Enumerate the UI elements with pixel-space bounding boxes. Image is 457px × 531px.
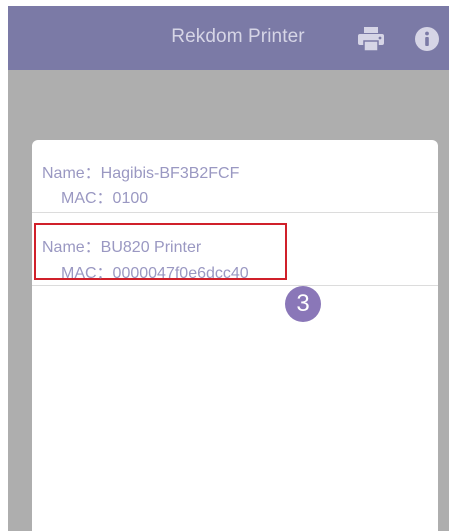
printer-icon[interactable] bbox=[356, 26, 386, 52]
device-name: Name：Hagibis-BF3B2FCF bbox=[42, 165, 240, 182]
step-number-badge: 3 bbox=[285, 286, 321, 322]
device-name: Name：BU820 Printer bbox=[42, 239, 202, 256]
device-list-dialog: Name：Hagibis-BF3B2FCF MAC：0100 Name：BU82… bbox=[32, 140, 438, 531]
navigation-bar: Rekdom Printer bbox=[8, 6, 449, 70]
device-mac: MAC：0000047f0e6dcc40 bbox=[61, 265, 249, 282]
info-icon[interactable] bbox=[414, 26, 440, 52]
device-list-item[interactable]: Name：Hagibis-BF3B2FCF MAC：0100 bbox=[32, 140, 438, 213]
device-mac: MAC：0100 bbox=[61, 190, 149, 207]
page-title: Rekdom Printer bbox=[171, 26, 305, 47]
device-list-item-selected[interactable]: Name：BU820 Printer MAC：0000047f0e6dcc40 bbox=[32, 213, 438, 286]
app-screen: Rekdom Printer Name：Hagibis-BF3B2FCF MAC… bbox=[8, 6, 449, 531]
